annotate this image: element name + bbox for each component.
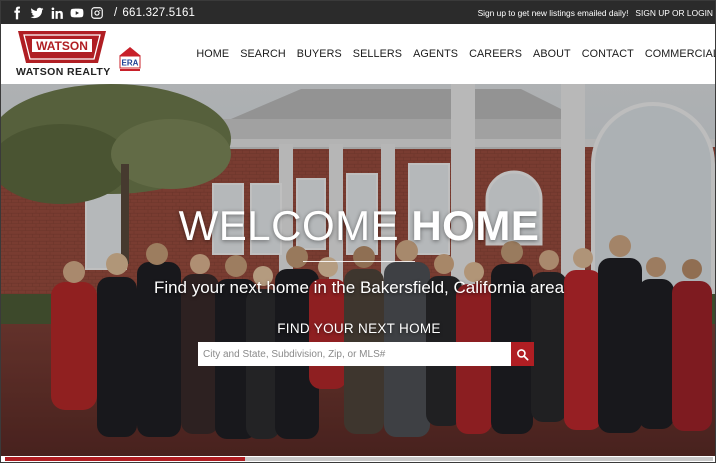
phone-number[interactable]: / 661.327.5161	[114, 7, 195, 19]
social-links	[1, 6, 104, 20]
bottom-strip	[1, 456, 715, 462]
era-text: ERA	[122, 59, 139, 68]
youtube-icon[interactable]	[70, 6, 84, 20]
bottom-strip-gray	[245, 457, 713, 461]
nav-agents[interactable]: AGENTS	[413, 48, 458, 60]
phone-separator: /	[114, 6, 118, 19]
linkedin-icon[interactable]	[50, 6, 64, 20]
era-logo[interactable]: ERA	[119, 47, 141, 75]
hero-subtitle: Find your next home in the Bakersfield, …	[153, 278, 565, 297]
bottom-strip-red	[5, 457, 245, 461]
nav-commercial[interactable]: COMMERCIAL	[645, 48, 715, 60]
nav-contact[interactable]: CONTACT	[582, 48, 634, 60]
welcome-heading-bold: HOME	[411, 202, 540, 249]
search-input[interactable]	[198, 342, 511, 366]
welcome-heading: WELCOME HOME	[1, 202, 715, 250]
nav-home[interactable]: HOME	[196, 48, 229, 60]
top-bar: / 661.327.5161 Sign up to get new listing…	[1, 1, 715, 24]
hero-section: WELCOME HOME Find your next home in the …	[1, 84, 715, 460]
phone-text[interactable]: 661.327.5161	[122, 7, 195, 19]
nav-careers[interactable]: CAREERS	[469, 48, 522, 60]
instagram-icon[interactable]	[90, 6, 104, 20]
hero-overlay	[1, 84, 715, 460]
nav-search[interactable]: SEARCH	[240, 48, 286, 60]
twitter-icon[interactable]	[30, 6, 44, 20]
nav-about[interactable]: ABOUT	[533, 48, 571, 60]
nav-sellers[interactable]: SELLERS	[353, 48, 402, 60]
nav-buyers[interactable]: BUYERS	[297, 48, 342, 60]
main-nav: HOME SEARCH BUYERS SELLERS AGENTS CAREER…	[196, 24, 715, 84]
logo-badge-text: WATSON	[36, 39, 88, 53]
facebook-icon[interactable]	[10, 6, 24, 20]
search-icon	[517, 348, 529, 361]
site-header: WATSON WATSON REALTY ERA HOME SEARCH BUY…	[1, 24, 715, 84]
welcome-divider	[303, 261, 415, 262]
signup-login-link[interactable]: SIGN UP OR LOGIN	[635, 8, 713, 18]
signup-message: Sign up to get new listings emailed dail…	[477, 7, 629, 18]
era-house-icon: ERA	[119, 47, 141, 71]
welcome-heading-thin: WELCOME	[178, 202, 400, 249]
page-frame: / 661.327.5161 Sign up to get new listing…	[0, 0, 716, 463]
search-button[interactable]	[511, 342, 534, 366]
signup-area: Sign up to get new listings emailed dail…	[478, 1, 713, 24]
watson-realty-logo[interactable]: WATSON WATSON REALTY	[16, 31, 116, 78]
watson-logo-badge: WATSON	[18, 31, 106, 63]
search-bar	[198, 342, 534, 366]
logo-text: WATSON REALTY	[16, 66, 111, 78]
search-label: FIND YOUR NEXT HOME	[277, 321, 441, 336]
